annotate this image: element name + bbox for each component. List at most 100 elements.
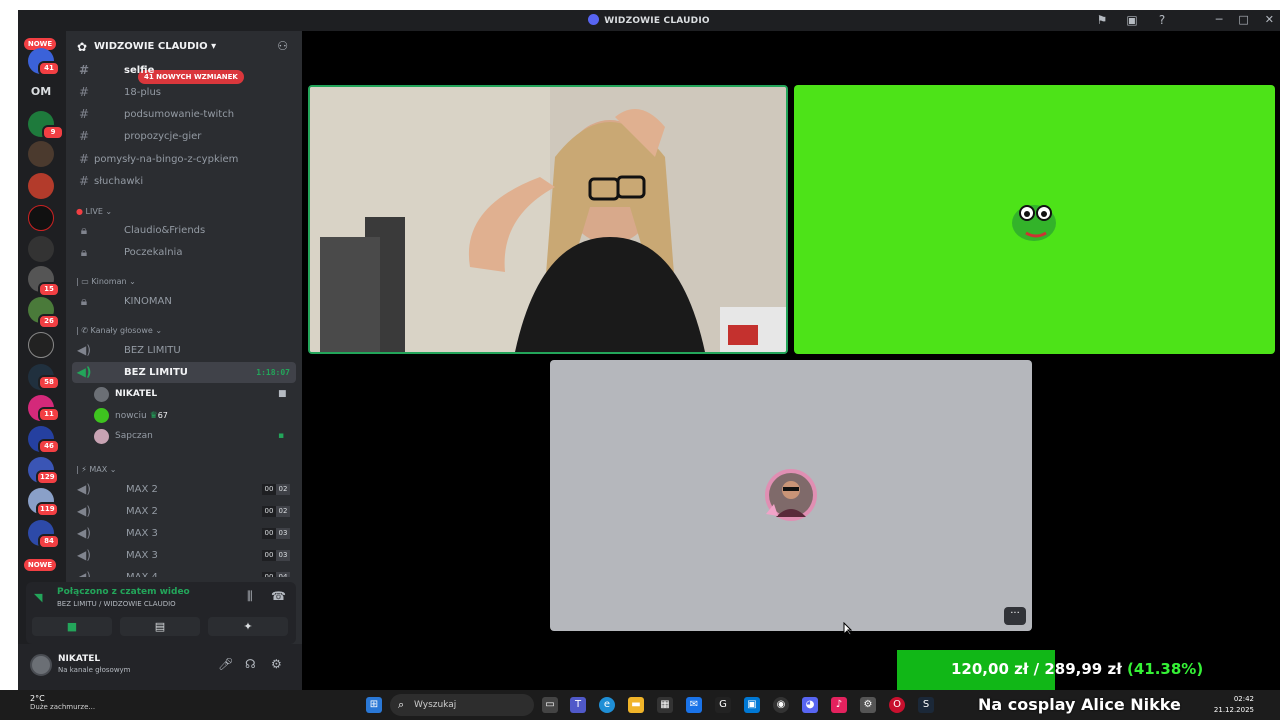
donation-text: 120,00 zł / 289,99 zł (41.38%) xyxy=(951,660,1204,678)
speaker-icon: ◀︎) xyxy=(77,570,91,577)
teams-icon[interactable]: T xyxy=(570,697,586,713)
microphone-icon[interactable]: 🎤︎ xyxy=(218,657,233,671)
avatar xyxy=(94,387,109,402)
maximize-button[interactable]: □ xyxy=(1238,13,1248,26)
hash-icon: # xyxy=(78,174,90,188)
channel-kinoman[interactable]: 🔒︎ KINOMAN xyxy=(72,291,296,312)
start-icon[interactable]: ⊞ xyxy=(366,697,382,713)
user-bar: NIKATEL Na kanale głosowym 🎤︎ ☊ ⚙ xyxy=(18,644,302,690)
speaker-icon: ◀︎) xyxy=(77,343,91,357)
opera-icon[interactable]: O xyxy=(889,697,905,713)
camera-icon: ■ xyxy=(278,389,287,399)
speaker-icon: ◀︎) xyxy=(77,526,91,540)
mouse-cursor-icon xyxy=(843,622,852,636)
lock-icon: 🔒︎ xyxy=(80,245,88,259)
channel-poczekalnia[interactable]: 🔒︎ Poczekalnia xyxy=(72,242,296,263)
channel-18-plus[interactable]: #18-plus xyxy=(72,82,296,103)
headphones-icon[interactable]: ☊ xyxy=(245,657,256,671)
voice-channel-max[interactable]: ◀︎) MAX 2 00 02 xyxy=(72,501,296,522)
file-explorer-icon[interactable]: ▬ xyxy=(628,697,644,713)
server-icon-4[interactable] xyxy=(28,205,54,231)
title-bar: WIDZOWIE CLAUDIO ⚑ ▣ ? ─ □ ✕ xyxy=(18,10,1280,31)
server-badge: 26 xyxy=(38,314,60,329)
add-member-icon[interactable]: ⚇ xyxy=(277,39,288,53)
signal-icon[interactable]: ◥ xyxy=(34,591,42,604)
gear-icon: ✿ xyxy=(77,40,88,54)
obs-icon[interactable]: ◉ xyxy=(773,697,789,713)
search-box[interactable]: ⌕ Wyszukaj xyxy=(390,694,534,716)
server-icon-3[interactable] xyxy=(28,173,54,199)
channel-selfie[interactable]: # selfie xyxy=(72,60,296,81)
settings-gear-icon[interactable]: ⚙ xyxy=(271,657,282,671)
server-badge: 15 xyxy=(38,282,60,297)
server-om[interactable]: OM xyxy=(24,85,58,98)
channel-propozycje[interactable]: # propozycje-gier xyxy=(72,126,296,147)
user-status: Na kanale głosowym xyxy=(58,666,131,674)
lock-icon: 🔒︎ xyxy=(80,223,88,237)
server-badge: 84 xyxy=(38,534,60,549)
channel-podsumowanie[interactable]: # podsumowanie-twitch xyxy=(72,104,296,125)
avatar xyxy=(765,469,817,521)
speaker-icon: ◀︎) xyxy=(77,504,91,518)
voice-channel-max[interactable]: ◀︎)MAX 40004 xyxy=(72,567,296,577)
category-kinoman[interactable]: | ▭ Kinoman ⌄ xyxy=(76,277,136,286)
channel-sluchawki[interactable]: # słuchawki xyxy=(72,171,296,192)
server-badge: 11 xyxy=(38,407,60,422)
avatar xyxy=(94,429,109,444)
category-max[interactable]: | ⚡ MAX ⌄ xyxy=(76,465,117,474)
noise-suppression-icon[interactable]: ⫼ xyxy=(247,589,253,604)
app-icon[interactable]: ♪ xyxy=(831,697,847,713)
settings-icon[interactable]: ⚙ xyxy=(860,697,876,713)
call-timer: 1:18:07 xyxy=(256,368,290,377)
store-icon[interactable]: ▦ xyxy=(657,697,673,713)
voice-channel-max[interactable]: ◀︎) MAX 3 00 03 xyxy=(72,523,296,544)
more-options-button[interactable]: ··· xyxy=(1004,607,1026,625)
connection-location[interactable]: BEZ LIMITU / WIDZOWIE CLAUDIO xyxy=(57,600,176,608)
task-view-icon[interactable]: ▭ xyxy=(542,697,558,713)
lock-icon: 🔒︎ xyxy=(80,294,88,308)
server-icon-gk[interactable] xyxy=(28,332,54,358)
server-icon-ping[interactable] xyxy=(28,236,54,262)
channel-bingo[interactable]: # pomysły-na-bingo-z-cypkiem xyxy=(72,149,296,170)
server-name: WIDZOWIE CLAUDIO ▾ xyxy=(94,41,217,52)
app-icon[interactable]: ▣ xyxy=(744,697,760,713)
minimize-button[interactable]: ─ xyxy=(1216,13,1223,26)
hash-icon: # xyxy=(78,107,90,121)
webcam-feed xyxy=(310,87,786,352)
screen-share-button[interactable]: ▤ xyxy=(120,617,200,636)
channel-claudio-friends[interactable]: 🔒︎ Claudio&Friends xyxy=(72,220,296,241)
video-tile-camera[interactable] xyxy=(308,85,788,354)
voice-channel-max[interactable]: ◀︎) MAX 2 00 02 xyxy=(72,479,296,500)
discord-icon[interactable]: ◕ xyxy=(802,697,818,713)
server-badge: 46 xyxy=(38,439,60,454)
inbox-icon[interactable]: ▣ xyxy=(1124,13,1140,27)
voice-channel-bez-limitu[interactable]: ◀︎) BEZ LIMITU xyxy=(72,340,296,361)
edge-icon[interactable]: e xyxy=(599,697,615,713)
steam-icon[interactable]: S xyxy=(918,697,934,713)
camera-button[interactable]: ■ xyxy=(32,617,112,636)
avatar xyxy=(94,408,109,423)
voice-tile-sapczan[interactable]: ··· xyxy=(550,360,1032,631)
disconnect-icon[interactable]: ☎ xyxy=(271,589,286,603)
weather-widget[interactable]: 2°C Duże zachmurze... xyxy=(30,694,95,711)
flag-icon[interactable]: ⚑ xyxy=(1094,13,1110,27)
voice-channel-bez-limitu-active[interactable]: ◀︎) BEZ LIMITU 1:18:07 xyxy=(72,362,296,383)
server-header[interactable]: ✿ WIDZOWIE CLAUDIO ▾ ⚇ xyxy=(66,31,302,63)
voice-channel-max[interactable]: ◀︎) MAX 3 00 03 xyxy=(72,545,296,566)
video-tile-greenscreen[interactable] xyxy=(794,85,1275,354)
app-icon[interactable]: G xyxy=(715,697,731,713)
category-live[interactable]: ● LIVE ⌄ xyxy=(76,207,112,216)
screen-share-icon: ▪ xyxy=(278,431,285,441)
avatar[interactable] xyxy=(30,654,52,676)
help-icon[interactable]: ? xyxy=(1154,13,1170,27)
mail-icon[interactable]: ✉ xyxy=(686,697,702,713)
hash-icon: # xyxy=(78,63,90,77)
server-icon-csgo[interactable] xyxy=(28,141,54,167)
close-button[interactable]: ✕ xyxy=(1265,13,1274,26)
clock[interactable]: 02:42 21.12.2025 xyxy=(1214,694,1254,716)
new-badge-bottom[interactable]: NOWE xyxy=(24,559,56,571)
activities-button[interactable]: ✦ xyxy=(208,617,288,636)
left-strip xyxy=(0,0,18,690)
voice-connection-panel: ◥ Połączono z czatem wideo BEZ LIMITU / … xyxy=(26,582,296,644)
category-voice[interactable]: | ✆ Kanały głosowe ⌄ xyxy=(76,326,162,335)
